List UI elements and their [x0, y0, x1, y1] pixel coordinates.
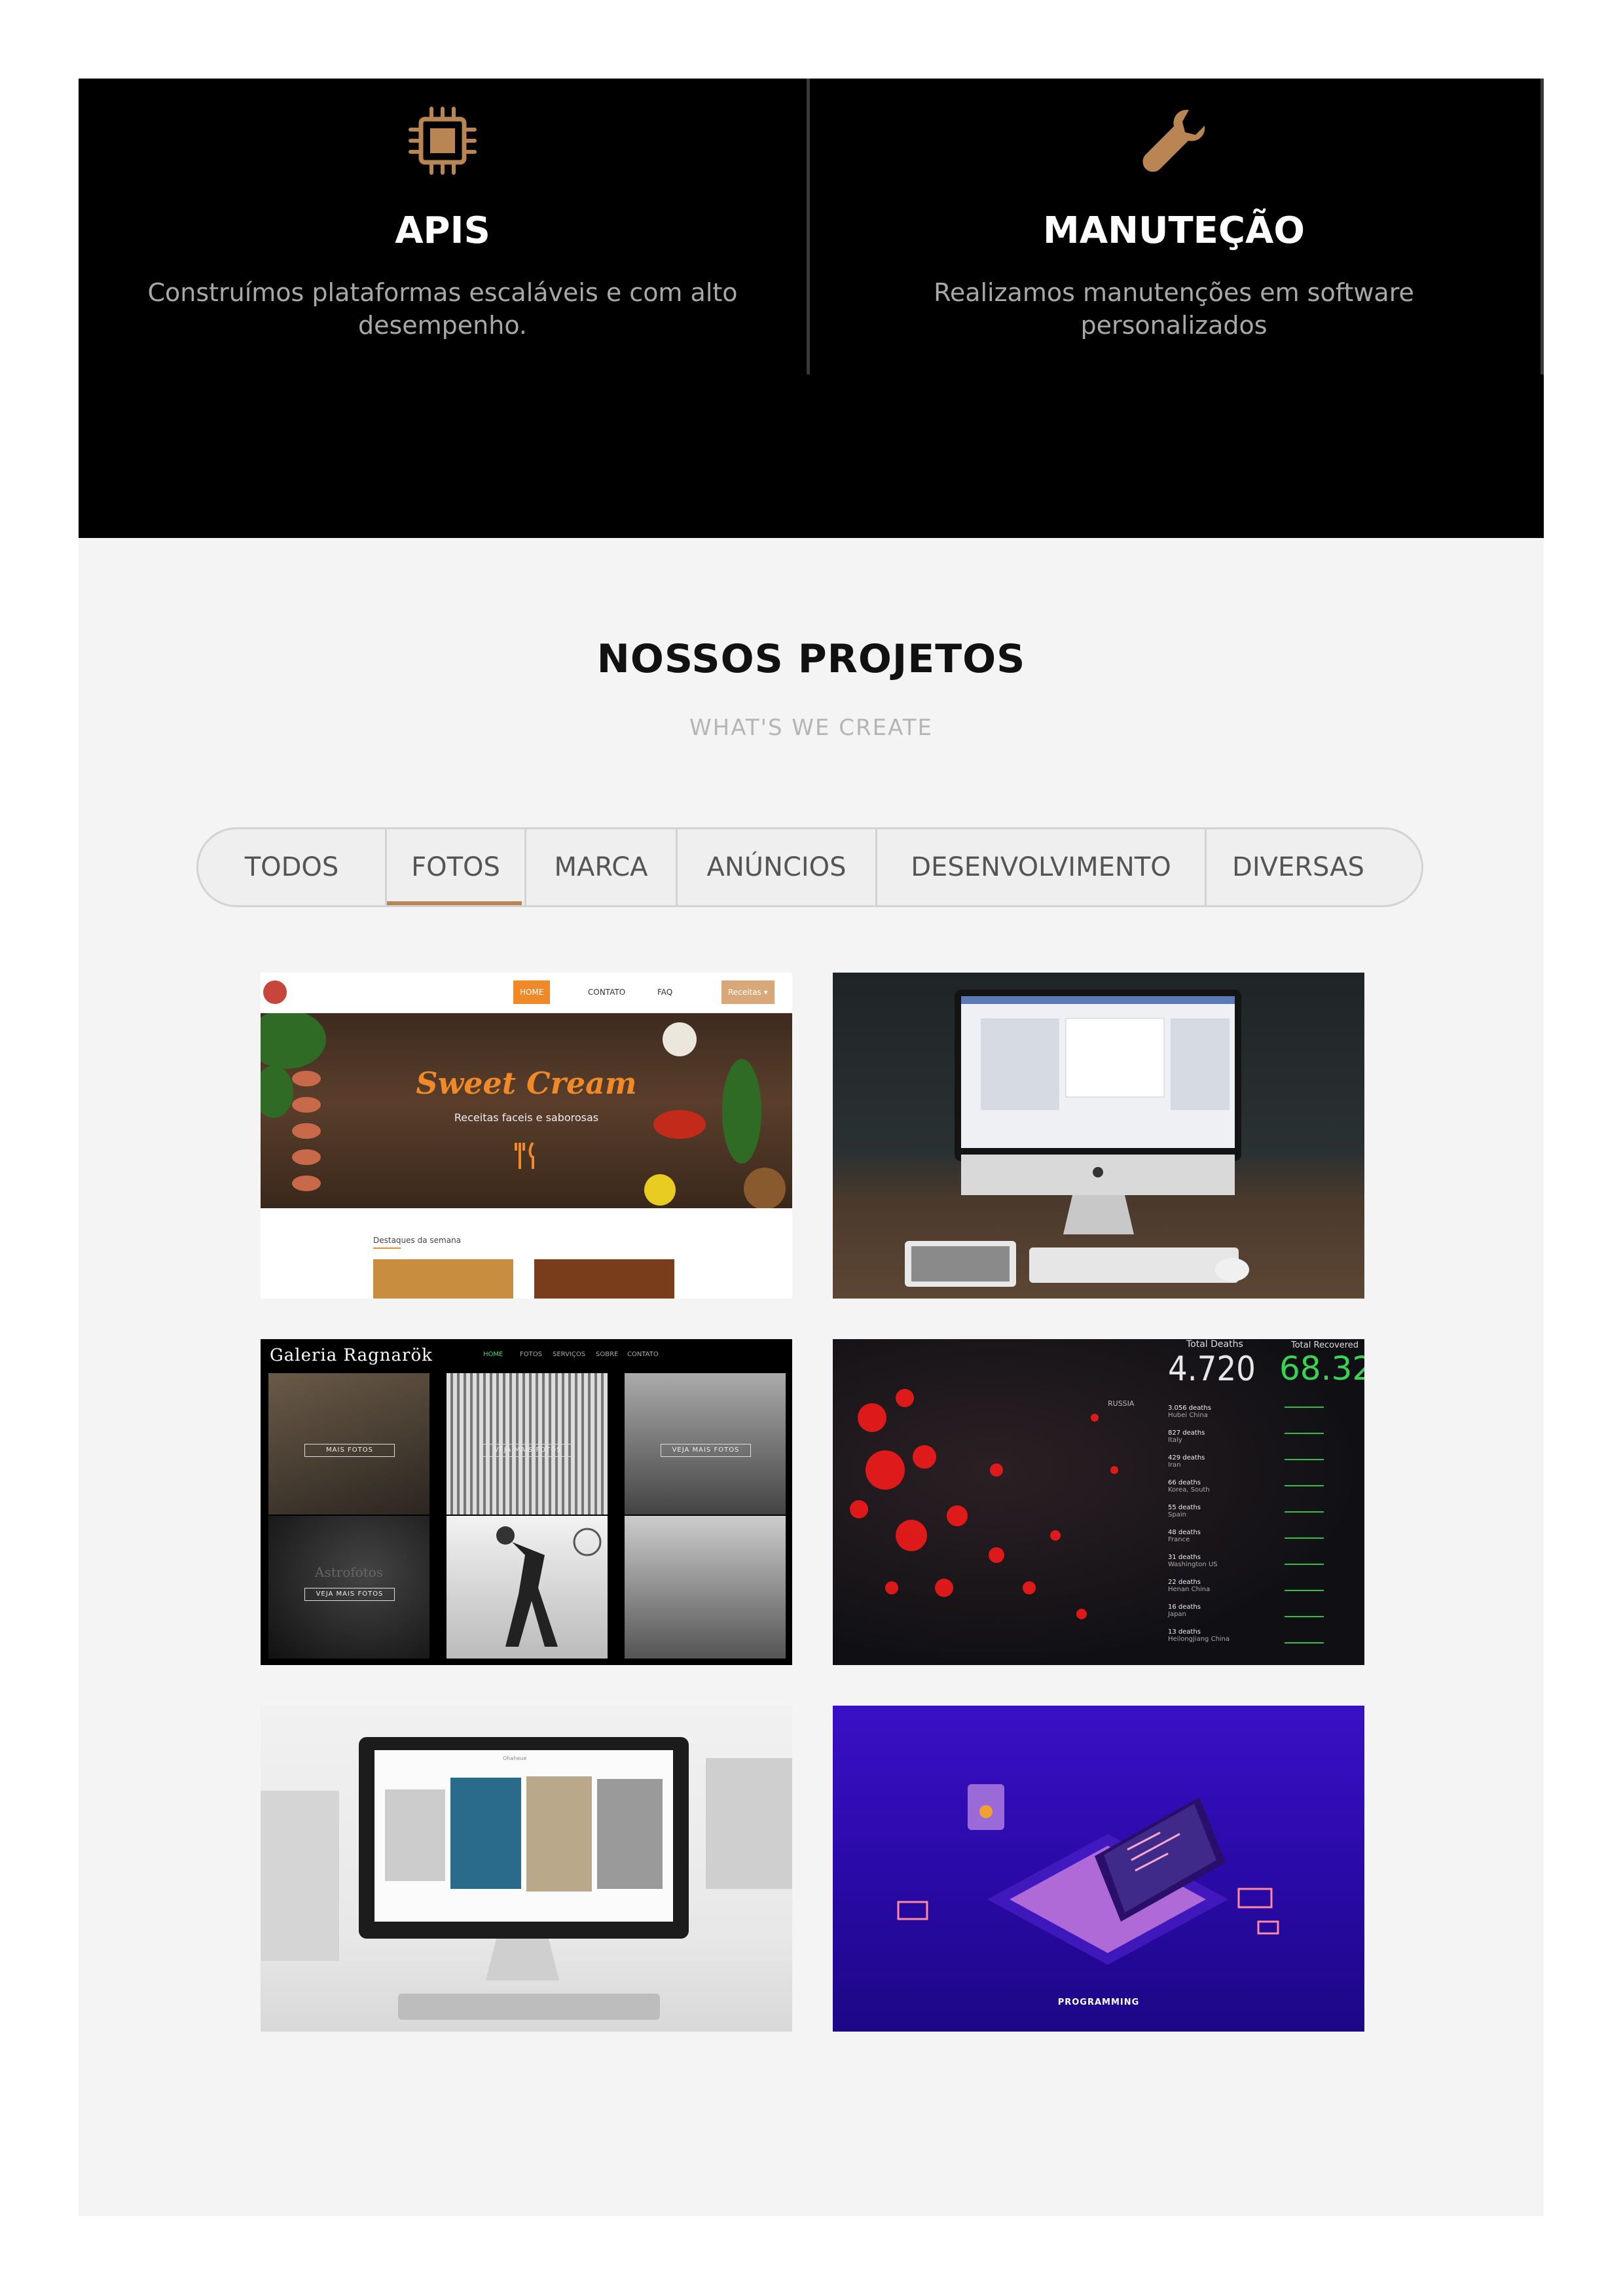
projects-subtitle: WHAT'S WE CREATE [689, 715, 933, 741]
project-thumb-programming[interactable]: PROGRAMMING [833, 1706, 1364, 2032]
map-label: RUSSIA [1108, 1399, 1135, 1408]
gallery-photo-wolf: MAIS FOTOS [268, 1373, 429, 1515]
imac-photo [905, 990, 1249, 1287]
gallery-brand: Galeria Ragnarök [270, 1346, 433, 1365]
service-title: APIS [395, 209, 490, 252]
total-recovered-label: Total Recovered [1291, 1340, 1359, 1350]
total-deaths-label: Total Deaths [1186, 1339, 1243, 1350]
filter-tab-fotos[interactable]: FOTOS [387, 829, 524, 905]
gallery-nav-home: HOME [483, 1351, 503, 1358]
project-thumb-covid-dashboard[interactable]: RUSSIA Total Deaths 4.720 Total Recovere… [833, 1339, 1364, 1665]
list-item: 22 deaths Henan China [1168, 1579, 1211, 1593]
nav-home: HOME [513, 980, 551, 1004]
filter-tab-todos[interactable]: TODOS [198, 829, 385, 905]
section-underline [373, 1247, 401, 1249]
list-item: 13 deaths Heilongjiang China [1168, 1628, 1230, 1643]
gallery-photo-astro: Astrofotos VEJA MAIS FOTOS [268, 1516, 429, 1659]
gallery-photo-landscape [625, 1516, 786, 1659]
more-photos-button: MAIS FOTOS [304, 1444, 395, 1457]
filter-tab-marca[interactable]: MARCA [526, 829, 676, 905]
deaths-list: 3.056 deaths Hubei China 827 deaths Italy … [1168, 1405, 1266, 1653]
list-item: 48 deaths France [1168, 1529, 1201, 1543]
project-thumb-imac[interactable] [833, 973, 1364, 1299]
project-thumb-sweet-cream[interactable]: HOME CONTATO FAQ Receitas ▾ Sweet Cream … [261, 973, 792, 1299]
list-item: 66 deaths Korea, South [1168, 1479, 1210, 1494]
site-header: HOME CONTATO FAQ Receitas ▾ [261, 973, 792, 1013]
service-apis: APIS Construímos plataformas escaláveis … [79, 79, 807, 380]
gallery-nav-servicos: SERVIÇOS [553, 1351, 586, 1358]
more-photos-button: VEJA MAIS FOTOS [483, 1444, 573, 1457]
list-item: 3.056 deaths Hubei China [1168, 1405, 1211, 1419]
mockup-header: Ohaheue [503, 1755, 527, 1761]
infection-map [850, 1389, 1118, 1619]
project-filter-bar: TODOS FOTOS MARCA ANÚNCIOS DESENVOLVIMEN… [196, 827, 1423, 907]
more-photos-button: VEJA MAIS FOTOS [661, 1444, 751, 1457]
list-item: 55 deaths Spain [1168, 1504, 1201, 1518]
vegetables-image [261, 1013, 786, 1208]
hero-title: Sweet Cream [416, 1066, 637, 1101]
list-item: 31 deaths Washington US [1168, 1554, 1218, 1568]
gallery-nav-contato: CONTATO [627, 1351, 659, 1358]
service-manutencao: MANUTEÇÃO Realizamos manutenções em soft… [810, 79, 1538, 380]
recipe-image [534, 1259, 674, 1299]
project-thumb-galeria[interactable]: Galeria Ragnarök HOME FOTOS SERVIÇOS SOB… [261, 1339, 792, 1665]
divider [1541, 79, 1544, 374]
nav-faq: FAQ [657, 988, 673, 997]
filter-tab-desenvolvimento[interactable]: DESENVOLVIMENTO [877, 829, 1205, 905]
services-section: APIS Construímos plataformas escaláveis … [79, 79, 1544, 538]
gallery-photo-basketball [447, 1516, 608, 1659]
gallery-nav-sobre: SOBRE [596, 1351, 619, 1358]
isometric-laptop-illustration [897, 1784, 1279, 1965]
filter-tab-anuncios[interactable]: ANÚNCIOS [678, 829, 875, 905]
wrench-icon [1142, 109, 1205, 172]
section-title: Destaques da semana [373, 1236, 462, 1245]
gallery-photo-building: VEJA MAIS FOTOS [447, 1373, 608, 1515]
project-thumb-monitor-mockup[interactable]: Ohaheue [261, 1706, 792, 2032]
projects-section: NOSSOS PROJETOS WHAT'S WE CREATE TODOS F… [79, 538, 1544, 2216]
gallery-nav-fotos: FOTOS [520, 1351, 542, 1358]
programming-label: PROGRAMMING [1057, 1998, 1140, 2007]
gallery-photo-city: VEJA MAIS FOTOS [625, 1373, 786, 1515]
player-silhouette [496, 1526, 602, 1647]
active-filter-indicator [387, 901, 522, 905]
site-logo [263, 980, 287, 1004]
more-photos-button: VEJA MAIS FOTOS [304, 1588, 395, 1601]
recovered-list-lines [1285, 1407, 1324, 1643]
recipe-image [373, 1259, 513, 1299]
desk-photo [261, 1737, 792, 2020]
list-item: 16 deaths Japan [1168, 1604, 1201, 1618]
list-item: 827 deaths Italy [1168, 1429, 1205, 1444]
service-description: Realizamos manutenções em software perso… [934, 278, 1414, 340]
hero-subtitle: Receitas faceis e saborosas [454, 1111, 599, 1124]
service-title: MANUTEÇÃO [1043, 209, 1305, 252]
nav-receitas: Receitas ▾ [721, 980, 775, 1004]
cutlery-icon [515, 1141, 534, 1169]
list-item: 429 deaths Iran [1168, 1454, 1205, 1469]
service-description: Construímos plataformas escaláveis e com… [147, 278, 738, 340]
overlay-title: Astrofotos [314, 1564, 384, 1580]
total-deaths-value: 4.720 [1168, 1350, 1256, 1389]
total-recovered-value: 68.324 [1279, 1350, 1364, 1388]
filter-tab-diversas[interactable]: DIVERSAS [1207, 829, 1390, 905]
chip-icon [409, 107, 477, 175]
projects-title: NOSSOS PROJETOS [596, 636, 1026, 682]
nav-contato: CONTATO [588, 988, 626, 997]
hero-banner: Sweet Cream Receitas faceis e saborosas [261, 1013, 792, 1208]
